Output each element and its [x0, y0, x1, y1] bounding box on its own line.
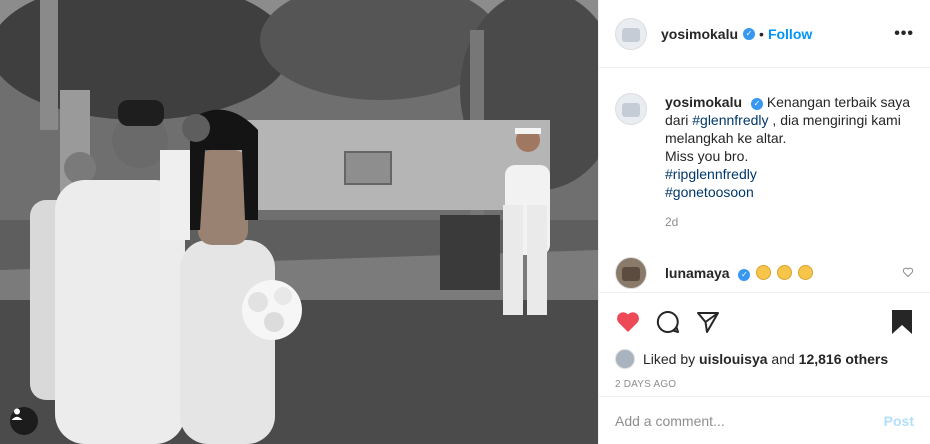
sad-face-emoji-icon: [798, 265, 814, 280]
comment-icon[interactable]: [655, 309, 681, 340]
hashtag-link[interactable]: #ripglennfredly: [665, 166, 757, 182]
hashtag-link[interactable]: #gonetoosoon: [665, 184, 754, 200]
tagged-users-icon[interactable]: [10, 407, 38, 435]
comment-item: lunamaya ✓: [615, 257, 914, 289]
caption-body: yosimokalu ✓ Kenangan terbaik saya dari …: [665, 93, 914, 231]
comment-input[interactable]: [615, 413, 884, 429]
post-photo[interactable]: [0, 0, 598, 444]
add-comment-bar: Post: [599, 396, 930, 444]
author-username[interactable]: yosimokalu: [661, 26, 738, 42]
verified-badge-icon: ✓: [750, 98, 763, 110]
caption-timestamp[interactable]: 2d: [665, 213, 914, 231]
post-details-panel: yosimokalu ✓ • Follow ••• yosimokalu ✓ K…: [598, 0, 930, 444]
comment-like-icon[interactable]: [902, 266, 914, 281]
caption: yosimokalu ✓ Kenangan terbaik saya dari …: [615, 93, 914, 231]
sad-face-emoji-icon: [777, 265, 793, 280]
save-bookmark-icon[interactable]: [890, 309, 914, 340]
commenter-avatar[interactable]: [615, 257, 647, 289]
likes-count[interactable]: 12,816 others: [799, 351, 889, 367]
likes-connector: and: [771, 351, 795, 367]
separator-dot: •: [759, 25, 764, 42]
follow-button[interactable]: Follow: [768, 26, 812, 42]
post-header: yosimokalu ✓ • Follow •••: [599, 0, 930, 68]
likes-summary[interactable]: Liked by uislouisya and 12,816 others: [599, 343, 930, 375]
wedding-photo-illustration: [0, 0, 598, 444]
share-icon[interactable]: [695, 309, 721, 340]
caption-author-avatar[interactable]: [615, 93, 647, 125]
comments-section[interactable]: yosimokalu ✓ Kenangan terbaik saya dari …: [599, 69, 930, 291]
comment-text: lunamaya ✓: [665, 265, 814, 281]
more-options-icon[interactable]: •••: [894, 25, 914, 43]
likes-prefix: Liked by: [643, 351, 696, 367]
action-icon-row: [599, 293, 930, 343]
commenter-username[interactable]: lunamaya: [665, 265, 730, 281]
like-heart-icon[interactable]: [615, 310, 641, 339]
caption-line: Miss you bro.: [665, 148, 749, 164]
post-actions: Liked by uislouisya and 12,816 others 2 …: [599, 292, 930, 444]
verified-badge-icon: ✓: [743, 27, 756, 40]
author-avatar[interactable]: [615, 17, 647, 50]
liker-avatar[interactable]: [615, 349, 635, 369]
liker-username[interactable]: uislouisya: [699, 351, 767, 367]
hashtag-link[interactable]: #glennfredly: [692, 112, 768, 128]
verified-badge-icon: ✓: [738, 269, 751, 281]
sad-face-emoji-icon: [756, 265, 772, 280]
caption-username[interactable]: yosimokalu: [665, 94, 742, 110]
post-comment-button[interactable]: Post: [884, 413, 914, 429]
